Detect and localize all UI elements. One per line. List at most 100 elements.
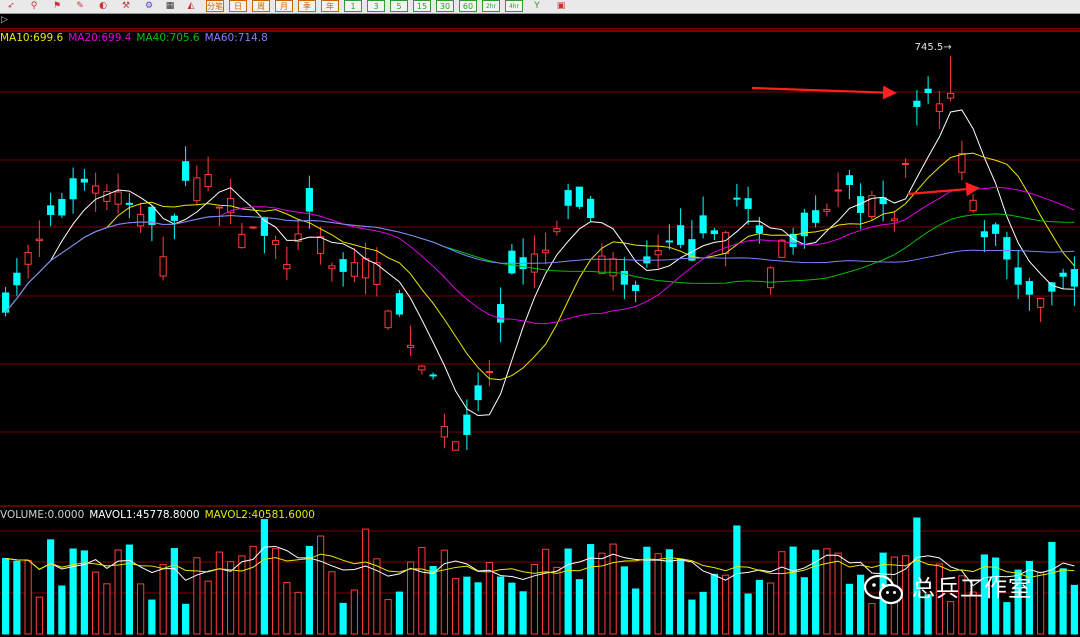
volume-bar xyxy=(508,582,516,635)
candle-body xyxy=(125,202,133,205)
volume-bar xyxy=(317,535,325,635)
volume-bar xyxy=(609,543,617,635)
volume-bar xyxy=(328,571,336,635)
volume-bar xyxy=(2,557,10,635)
candle-body xyxy=(1048,282,1056,292)
volume-bar xyxy=(47,539,55,635)
volume-bar xyxy=(35,596,43,635)
candle-body xyxy=(767,267,775,289)
candle-body xyxy=(699,215,707,234)
legend-ma10: MA10:699.6 xyxy=(0,32,64,44)
candle-body xyxy=(350,262,358,277)
volume-bar xyxy=(789,546,797,635)
volume-bar xyxy=(710,573,718,635)
candle-body xyxy=(137,213,145,227)
candle-body xyxy=(24,252,32,265)
candle-body xyxy=(733,197,741,200)
candle-body xyxy=(587,198,595,218)
candle-body xyxy=(969,199,977,212)
volume-bar xyxy=(845,583,853,635)
annotation-arrow-bottom-head xyxy=(965,182,980,197)
volume-bar xyxy=(148,599,156,635)
volume-bar xyxy=(350,589,358,635)
volume-bar xyxy=(665,549,673,635)
annotation-arrow-top-head xyxy=(882,85,897,100)
candle-body xyxy=(1003,237,1011,260)
watermark-text: 总兵工作室 xyxy=(912,576,1032,602)
candle-body xyxy=(440,426,448,438)
candle-body xyxy=(1037,297,1045,308)
candle-body xyxy=(407,344,415,348)
volume-bar xyxy=(58,585,66,635)
volume-bar xyxy=(1003,602,1011,635)
candle-body xyxy=(395,293,403,315)
candle-body xyxy=(35,238,43,242)
candle-body xyxy=(744,198,752,209)
volume-bar xyxy=(215,551,223,635)
candle-body xyxy=(114,191,122,205)
candle-body xyxy=(812,210,820,223)
candle-body xyxy=(238,233,246,249)
volume-bar xyxy=(294,591,302,635)
candle-body xyxy=(992,224,1000,234)
candle-body xyxy=(69,178,77,200)
watermark: 总兵工作室 xyxy=(862,572,1052,606)
candle-body xyxy=(170,215,178,221)
volume-bar xyxy=(474,582,482,635)
candle-body xyxy=(553,228,561,233)
candle-body xyxy=(283,263,291,270)
candle-body xyxy=(497,304,505,323)
volume-bar xyxy=(137,583,145,635)
candle-body xyxy=(452,441,460,451)
volume-bar xyxy=(1059,568,1067,635)
candle-body xyxy=(890,218,898,222)
volume-bar xyxy=(204,580,212,635)
volume-bar xyxy=(339,602,347,635)
volume-bar xyxy=(125,544,133,635)
candle-body xyxy=(58,199,66,216)
volume-bar xyxy=(834,552,842,635)
volume-bar xyxy=(677,558,685,635)
candle-body xyxy=(1014,267,1022,285)
candle-body xyxy=(1059,272,1067,277)
volume-legend: VOLUME:0.0000 MAVOL1:45778.8000 MAVOL2:405… xyxy=(0,509,320,521)
price-ma-legend: MA10:699.6 MA20:699.4 MA40:705.6 MA60:714.8 xyxy=(0,32,273,44)
candle-body xyxy=(575,186,583,207)
candle-body xyxy=(924,88,932,94)
candle-body xyxy=(182,161,190,181)
volume-bar xyxy=(553,566,561,635)
volume-bar xyxy=(159,564,167,635)
candle-body xyxy=(362,258,370,279)
legend-volume: VOLUME:0.0000 xyxy=(0,509,85,521)
volume-bar xyxy=(575,579,583,635)
candle-body xyxy=(632,284,640,291)
candle-body xyxy=(508,250,516,274)
candle-body xyxy=(13,272,21,286)
candle-body xyxy=(654,250,662,256)
volume-bar xyxy=(632,588,640,635)
candle-body xyxy=(463,414,471,435)
candle-body xyxy=(317,236,325,254)
volume-bar xyxy=(800,577,808,635)
legend-ma40: MA40:705.6 xyxy=(136,32,200,44)
candle-body xyxy=(103,191,111,202)
candle-body xyxy=(339,259,347,272)
volume-bar xyxy=(564,548,572,635)
volume-bar xyxy=(463,576,471,635)
volume-bar xyxy=(92,571,100,635)
volume-bar xyxy=(722,574,730,635)
candle-body xyxy=(598,255,606,275)
volume-bar xyxy=(69,548,77,635)
volume-bar xyxy=(778,551,786,635)
candle-body xyxy=(384,310,392,329)
volume-bar xyxy=(497,576,505,635)
wechat-logo-icon xyxy=(863,574,904,605)
volume-bar xyxy=(688,599,696,635)
volume-bar xyxy=(283,582,291,635)
candle-body xyxy=(47,205,55,215)
candle-body xyxy=(722,232,730,254)
candle-body xyxy=(215,206,223,209)
candle-body xyxy=(204,173,212,187)
candle-body xyxy=(485,370,493,373)
volume-bar xyxy=(744,593,752,635)
